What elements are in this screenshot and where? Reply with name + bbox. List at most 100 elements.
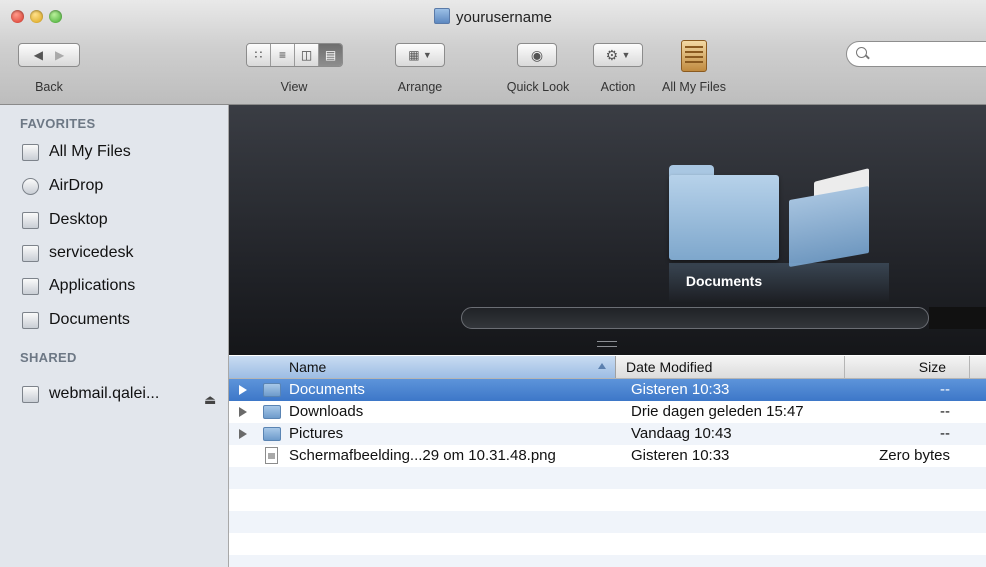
back-label: Back: [35, 80, 63, 94]
file-date: Gisteren 10:33: [631, 381, 730, 398]
desktop-icon: [22, 211, 39, 229]
cover-flow-caption: Documents: [685, 273, 763, 289]
sidebar-item-applications[interactable]: Applications: [22, 273, 135, 299]
grid-icon: ∷: [254, 48, 263, 62]
sidebar-item-all-my-files[interactable]: All My Files: [22, 139, 131, 165]
file-date: Drie dagen geleden 15:47: [631, 403, 804, 420]
disclosure-triangle-icon[interactable]: [239, 385, 247, 395]
column-header-date[interactable]: Date Modified: [626, 359, 712, 375]
empty-row: [229, 555, 986, 567]
column-divider[interactable]: [844, 356, 845, 378]
table-row[interactable]: Downloads Drie dagen geleden 15:47 --: [229, 401, 986, 423]
column-view-button[interactable]: ◫: [295, 44, 319, 66]
file-size: --: [940, 403, 950, 420]
sidebar: FAVORITES All My Files AirDrop Desktop s…: [0, 105, 229, 567]
shared-header: SHARED: [20, 350, 77, 365]
table-row[interactable]: Documents Gisteren 10:33 --: [229, 379, 986, 401]
forward-arrow-icon[interactable]: ▶: [55, 48, 64, 62]
window-title: yourusername: [0, 8, 986, 26]
view-label: View: [280, 80, 308, 94]
window-title-text: yourusername: [456, 9, 552, 26]
file-name: Downloads: [289, 403, 364, 420]
column-divider[interactable]: [969, 356, 970, 378]
cover-flow-view-button[interactable]: ▤: [319, 44, 342, 66]
file-name: Documents: [289, 381, 365, 398]
view-mode-selector: ∷ ≡ ◫ ▤: [246, 43, 343, 67]
all-my-files-toolbar-icon[interactable]: [681, 40, 707, 72]
sidebar-item-airdrop[interactable]: AirDrop: [22, 173, 103, 199]
list-header: Name Date Modified Size: [229, 356, 986, 379]
favorites-header: FAVORITES: [20, 116, 96, 131]
file-name: Schermafbeelding...29 om 10.31.48.png: [289, 447, 556, 464]
file-date: Gisteren 10:33: [631, 447, 730, 464]
arrange-label: Arrange: [397, 80, 443, 94]
eye-icon: ◉: [530, 46, 544, 63]
icon-view-button[interactable]: ∷: [247, 44, 271, 66]
column-header-name-label: Name: [289, 359, 327, 375]
sidebar-item-label: All My Files: [49, 143, 131, 160]
home-folder-icon: [434, 8, 451, 24]
column-header-size[interactable]: Size: [919, 359, 946, 375]
disclosure-triangle-icon[interactable]: [239, 407, 247, 417]
folder-icon: [263, 405, 281, 419]
sort-ascending-icon: [598, 363, 606, 369]
quick-look-label: Quick Look: [506, 80, 570, 94]
disclosure-triangle-icon[interactable]: [239, 429, 247, 439]
back-forward-control: ◀ ▶: [18, 43, 80, 67]
folder-preview-icon-secondary[interactable]: [789, 168, 879, 268]
arrange-button[interactable]: ▦ ▼: [395, 43, 445, 67]
cover-flow-icon: ▤: [324, 48, 337, 62]
eject-icon[interactable]: ⏏: [204, 392, 216, 408]
file-date: Vandaag 10:43: [631, 425, 732, 442]
table-row[interactable]: Schermafbeelding...29 om 10.31.48.png Gi…: [229, 445, 986, 467]
gear-icon: ⚙: [605, 46, 619, 63]
chevron-down-icon: ▼: [422, 50, 432, 60]
sidebar-item-webmail[interactable]: webmail.qalei...: [22, 381, 159, 407]
sidebar-item-label: Desktop: [49, 211, 108, 228]
quick-look-button[interactable]: ◉: [517, 43, 557, 67]
sidebar-item-servicedesk[interactable]: servicedesk: [22, 240, 133, 266]
sidebar-item-label: Applications: [49, 277, 136, 294]
search-field[interactable]: [846, 41, 986, 67]
airdrop-icon: [22, 177, 39, 195]
column-header-name[interactable]: Name: [229, 356, 616, 378]
cover-flow-scrollbar[interactable]: [461, 307, 929, 329]
list-icon: ≡: [278, 48, 286, 62]
resize-grip-icon[interactable]: [597, 341, 617, 347]
image-file-icon: [265, 447, 278, 464]
sidebar-item-label: servicedesk: [49, 244, 134, 261]
folder-preview-icon[interactable]: [669, 165, 779, 260]
sidebar-item-label: AirDrop: [49, 177, 104, 194]
toolbar: yourusername ◀ ▶ Back ∷ ≡ ◫ ▤ View ▦ ▼ A…: [0, 0, 986, 105]
home-icon: [22, 244, 39, 262]
action-button[interactable]: ⚙ ▼: [593, 43, 643, 67]
action-label: Action: [600, 80, 636, 94]
file-size: --: [940, 381, 950, 398]
finder-window: yourusername ◀ ▶ Back ∷ ≡ ◫ ▤ View ▦ ▼ A…: [0, 0, 986, 567]
applications-icon: [22, 277, 39, 295]
file-size: --: [940, 425, 950, 442]
network-computer-icon: [22, 385, 39, 403]
folder-icon: [263, 427, 281, 441]
documents-icon: [22, 311, 39, 329]
table-row[interactable]: Pictures Vandaag 10:43 --: [229, 423, 986, 445]
all-my-files-label: All My Files: [662, 80, 726, 94]
folder-icon: [263, 383, 281, 397]
back-arrow-icon[interactable]: ◀: [34, 48, 43, 62]
cover-flow-view: Documents: [229, 105, 986, 355]
file-list: Name Date Modified Size Documents Gister…: [229, 356, 986, 567]
file-name: Pictures: [289, 425, 344, 442]
sidebar-item-label: webmail.qalei...: [49, 385, 160, 402]
file-size: Zero bytes: [879, 447, 950, 464]
sidebar-item-documents[interactable]: Documents: [22, 307, 130, 333]
cover-flow-scroll-track: [929, 307, 986, 329]
list-view-button[interactable]: ≡: [271, 44, 295, 66]
empty-row: [229, 467, 986, 489]
empty-row: [229, 511, 986, 533]
sidebar-item-desktop[interactable]: Desktop: [22, 207, 108, 233]
columns-icon: ◫: [300, 48, 313, 62]
search-icon: [856, 47, 867, 58]
all-my-files-icon: [22, 143, 39, 161]
chevron-down-icon: ▼: [621, 50, 631, 60]
sidebar-item-label: Documents: [49, 311, 130, 328]
